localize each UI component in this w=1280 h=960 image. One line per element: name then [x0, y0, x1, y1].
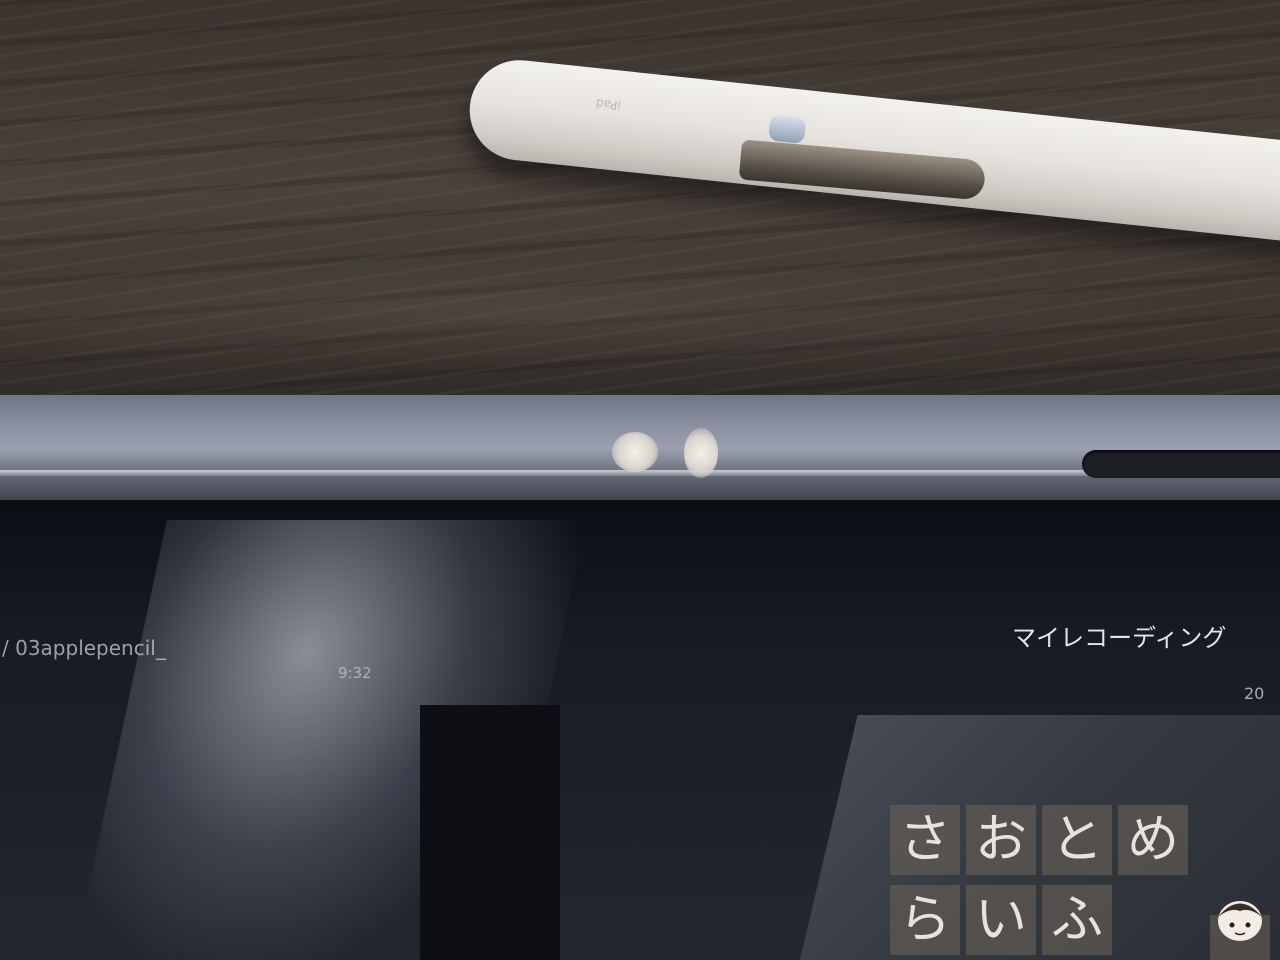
- watermark-char: お: [966, 805, 1036, 875]
- my-recordings-title: マイレコーディング: [1012, 624, 1227, 652]
- watermark-char: め: [1118, 805, 1188, 875]
- pencil-band: [767, 114, 807, 145]
- watermark-char: い: [966, 885, 1036, 955]
- watermark-char: さ: [890, 805, 960, 875]
- watermark-char: ら: [890, 885, 960, 955]
- paint-scratch-left: [612, 432, 658, 472]
- paint-scratch-right: [684, 428, 718, 478]
- pencil-print: iPad: [595, 96, 622, 113]
- wood-grain: [0, 250, 1280, 370]
- charging-slot: [1082, 450, 1280, 478]
- watermark-char: と: [1042, 805, 1112, 875]
- screen-dark-panel: [420, 705, 560, 960]
- site-watermark: さ お と め ら い ふ: [890, 805, 1280, 960]
- recording-duration: 9:32: [338, 664, 372, 682]
- recording-file-name[interactable]: / 03applepencil_: [2, 636, 166, 660]
- mascot-face-icon: [1210, 901, 1270, 960]
- watermark-char: ふ: [1042, 885, 1112, 955]
- recording-date: 20: [1244, 684, 1265, 703]
